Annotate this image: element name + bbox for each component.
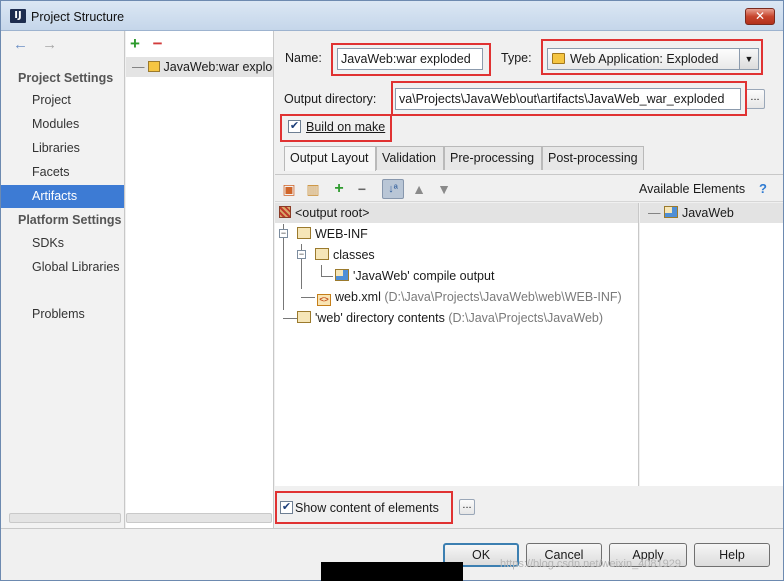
- tree-line: —: [648, 206, 661, 220]
- web-xml-node[interactable]: <> web.xml (D:\Java\Projects\JavaWeb\web\…: [317, 287, 622, 307]
- web-dir-path: (D:\Java\Projects\JavaWeb): [448, 311, 604, 325]
- available-elements-label: Available Elements: [639, 182, 746, 196]
- web-inf-label: WEB-INF: [315, 227, 368, 241]
- web-dir-label: 'web' directory contents: [315, 311, 445, 325]
- archive-icon[interactable]: ▥: [305, 181, 321, 197]
- classes-node[interactable]: classes: [315, 245, 375, 265]
- web-xml-label: web.xml: [335, 290, 381, 304]
- output-directory-field[interactable]: va\Projects\JavaWeb\out\artifacts\JavaWe…: [395, 88, 741, 110]
- folder-icon: [297, 227, 311, 239]
- nav-arrows: ← →: [13, 36, 67, 53]
- name-label: Name:: [285, 51, 322, 65]
- close-button[interactable]: ✕: [745, 8, 775, 25]
- move-up-icon[interactable]: ▲: [411, 181, 427, 197]
- collapse-web-inf-icon[interactable]: −: [279, 229, 288, 238]
- build-on-make-label[interactable]: Build on make: [306, 120, 385, 134]
- remove-element-icon[interactable]: −: [354, 181, 370, 197]
- output-root-icon: [279, 206, 291, 218]
- type-select-value: Web Application: Exploded: [570, 52, 719, 66]
- show-content-label[interactable]: Show content of elements: [295, 501, 439, 515]
- nav-item-problems[interactable]: Problems: [1, 303, 124, 326]
- tree-line: [283, 318, 297, 319]
- web-dir-node[interactable]: 'web' directory contents (D:\Java\Projec…: [297, 308, 603, 328]
- nav-item-facets[interactable]: Facets: [1, 161, 124, 184]
- move-down-icon[interactable]: ▼: [436, 181, 452, 197]
- output-root-node[interactable]: <output root>: [279, 203, 369, 223]
- artifact-toolbar: + −: [130, 34, 163, 54]
- layout-toolbar: ▣ ▥ + − ↓ª ▲ ▼ Available Elements ?: [275, 174, 783, 202]
- tab-validation[interactable]: Validation: [376, 146, 444, 170]
- tree-line: —: [132, 60, 145, 74]
- chevron-down-icon[interactable]: ▼: [739, 49, 758, 69]
- tree-line: [321, 276, 333, 277]
- web-inf-node[interactable]: WEB-INF: [297, 224, 368, 244]
- available-item-label: JavaWeb: [681, 206, 734, 220]
- available-elements-tree: — JavaWeb: [640, 203, 783, 486]
- classes-label: classes: [333, 248, 375, 262]
- tab-output-layout[interactable]: Output Layout: [284, 146, 376, 171]
- tab-pre-processing[interactable]: Pre-processing: [444, 146, 542, 170]
- nav-item-artifacts[interactable]: Artifacts: [1, 185, 124, 208]
- help-button[interactable]: Help: [694, 543, 770, 567]
- back-arrow-icon[interactable]: ←: [13, 36, 28, 53]
- collapse-classes-icon[interactable]: −: [297, 250, 306, 259]
- remove-artifact-icon[interactable]: −: [153, 34, 163, 53]
- xml-file-icon: <>: [317, 294, 331, 306]
- tree-line: [321, 265, 322, 276]
- forward-arrow-icon[interactable]: →: [42, 36, 57, 53]
- add-element-icon[interactable]: +: [331, 181, 347, 197]
- project-structure-window: IJ Project Structure ✕ ← → Project Setti…: [0, 0, 784, 581]
- nav-item-modules[interactable]: Modules: [1, 113, 124, 136]
- output-layout-tree: <output root> − WEB-INF − classes 'JavaW…: [275, 203, 639, 486]
- sort-icon[interactable]: ↓ª: [382, 179, 404, 199]
- folder-icon: [315, 248, 329, 260]
- name-field[interactable]: JavaWeb:war exploded: [337, 48, 483, 70]
- build-on-make-checkbox[interactable]: ✔: [288, 120, 301, 133]
- output-root-label: <output root>: [295, 206, 370, 220]
- nav-scrollbar[interactable]: [9, 513, 121, 523]
- nav-item-sdks[interactable]: SDKs: [1, 232, 124, 255]
- nav-item-project[interactable]: Project: [1, 89, 124, 112]
- folder-icon: [297, 311, 311, 323]
- nav-item-global-libraries[interactable]: Global Libraries: [1, 256, 124, 279]
- module-icon: [663, 206, 678, 218]
- tab-post-processing[interactable]: Post-processing: [542, 146, 644, 170]
- new-directory-icon[interactable]: ▣: [281, 181, 297, 197]
- web-app-icon: [552, 53, 565, 64]
- intellij-icon: IJ: [10, 9, 26, 23]
- watermark: https://blog.csdn.net/weixin_4081929: [500, 558, 682, 570]
- nav-section-platform-settings: Platform Settings: [18, 213, 122, 227]
- module-output-icon: [335, 269, 349, 281]
- artifact-settings: Name: JavaWeb:war exploded Type: Web App…: [275, 31, 783, 528]
- left-nav: ← → Project Settings Project Modules Lib…: [1, 31, 125, 528]
- compile-output-node[interactable]: 'JavaWeb' compile output: [335, 266, 494, 286]
- redaction-bar: [321, 562, 463, 581]
- browse-output-button[interactable]: ...: [745, 89, 765, 109]
- web-artifact-icon: [147, 61, 160, 72]
- type-label: Type:: [501, 51, 532, 65]
- help-icon[interactable]: ?: [759, 181, 767, 196]
- web-xml-path: (D:\Java\Projects\JavaWeb\web\WEB-INF): [384, 290, 622, 304]
- nav-section-project-settings: Project Settings: [18, 71, 114, 85]
- artifact-item[interactable]: — JavaWeb:war exploded: [126, 57, 273, 77]
- tree-line: [301, 297, 315, 298]
- type-select[interactable]: Web Application: Exploded ▼: [547, 48, 759, 70]
- artifact-list-scrollbar[interactable]: [126, 513, 272, 523]
- show-content-more-button[interactable]: ...: [459, 499, 475, 515]
- add-artifact-icon[interactable]: +: [130, 34, 140, 53]
- nav-item-libraries[interactable]: Libraries: [1, 137, 124, 160]
- title-bar: IJ Project Structure ✕: [1, 1, 783, 31]
- output-directory-label: Output directory:: [284, 92, 377, 106]
- compile-output-label: 'JavaWeb' compile output: [353, 269, 495, 283]
- artifact-item-label: JavaWeb:war exploded: [163, 60, 274, 74]
- window-title: Project Structure: [31, 10, 125, 24]
- available-item[interactable]: — JavaWeb: [640, 203, 783, 223]
- artifact-list: + − — JavaWeb:war exploded: [126, 31, 274, 528]
- show-content-checkbox[interactable]: ✔: [280, 501, 293, 514]
